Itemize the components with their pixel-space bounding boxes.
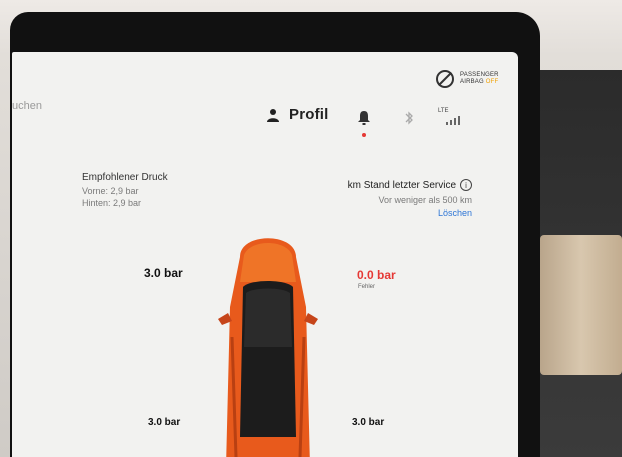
bluetooth-icon[interactable] [404, 110, 414, 126]
recommended-front: Vorne: 2,9 bar [82, 186, 139, 196]
airbag-text: PASSENGER AIRBAG OFF [460, 72, 499, 86]
reset-link[interactable]: Löschen [322, 208, 472, 218]
info-icon[interactable]: i [460, 179, 472, 191]
tire-rear-left-pressure: 3.0 bar [148, 417, 181, 428]
bell-icon[interactable] [358, 110, 370, 128]
status-bar: PASSENGER AIRBAG OFF uchen Profil LTE [12, 52, 518, 172]
recommended-title: Empfohlener Druck [82, 172, 168, 183]
car-top-view [210, 227, 326, 457]
tire-front-right-status: Fehler [358, 284, 376, 290]
cellular-signal: LTE [438, 108, 460, 126]
tire-front-left-pressure: 3.0 bar [144, 266, 183, 280]
recommended-rear: Hinten: 2,9 bar [82, 198, 142, 208]
wood-trim [540, 235, 622, 375]
airbag-status: OFF [485, 79, 499, 85]
airbag-line1: PASSENGER [460, 72, 499, 78]
profile-label: Profil [289, 106, 329, 123]
airbag-icon [436, 70, 454, 88]
service-title: km Stand letzter Service [347, 179, 456, 191]
search-input[interactable]: uchen [12, 100, 42, 112]
recommended-pressure: Empfohlener Druck Vorne: 2,9 bar Hinten:… [82, 172, 282, 209]
person-icon [267, 108, 279, 122]
service-panel: km Stand letzter Service i Vor weniger a… [322, 179, 472, 218]
notification-dot [362, 133, 366, 137]
profile-button[interactable]: Profil [267, 106, 329, 123]
signal-bars-icon [446, 116, 460, 125]
service-subtitle: Vor weniger als 500 km [378, 195, 472, 205]
network-label: LTE [438, 108, 449, 114]
touchscreen: PASSENGER AIRBAG OFF uchen Profil LTE Em… [12, 52, 518, 457]
tire-rear-right-pressure: 3.0 bar [352, 417, 385, 428]
tire-front-right-pressure: 0.0 bar [357, 268, 396, 282]
passenger-airbag-indicator: PASSENGER AIRBAG OFF [436, 66, 506, 92]
airbag-line2: AIRBAG [460, 79, 484, 85]
